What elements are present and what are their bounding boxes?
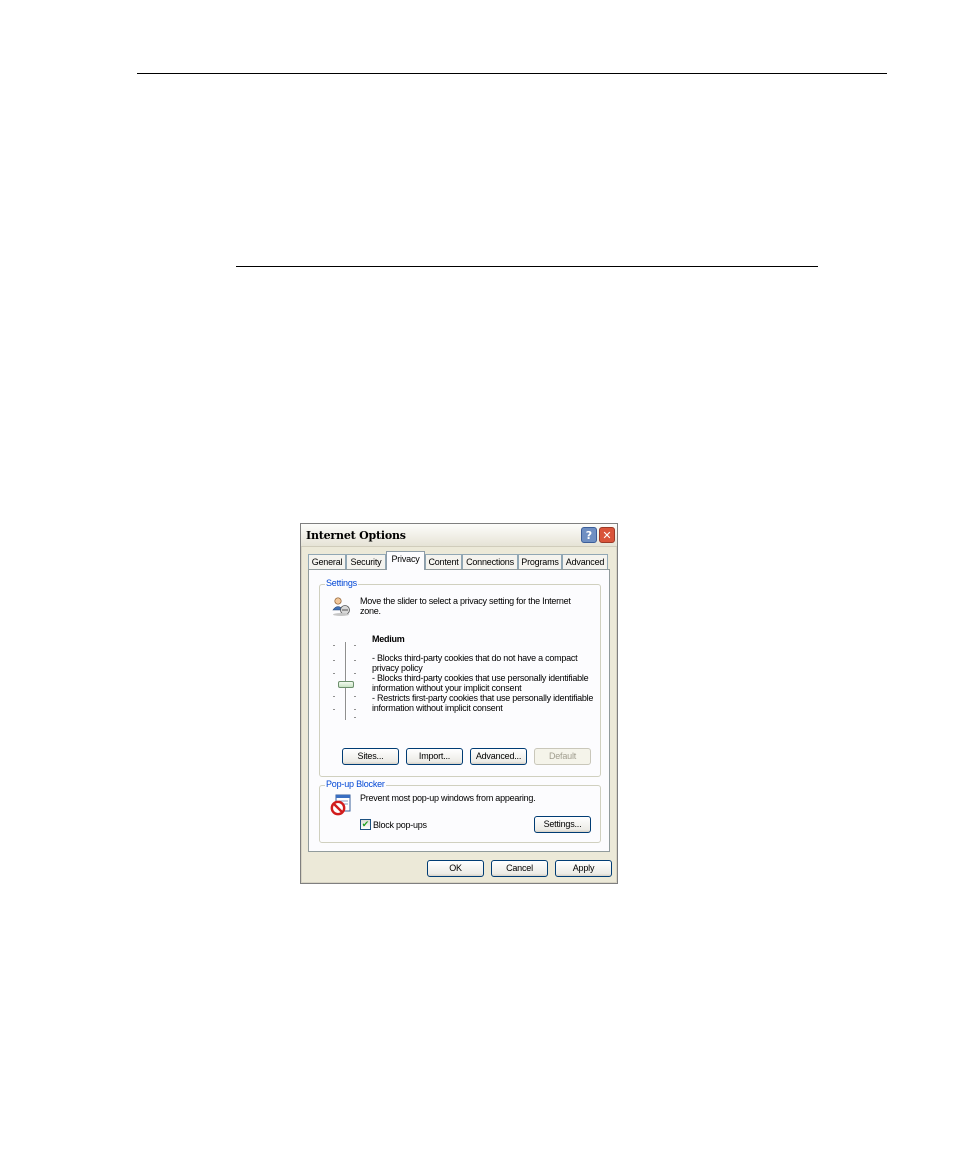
tab-programs[interactable]: Programs [518,554,562,569]
slider-tick [333,709,335,710]
sites-button[interactable]: Sites... [342,748,399,765]
popup-settings-button[interactable]: Settings... [534,816,591,833]
advanced-button[interactable]: Advanced... [470,748,527,765]
block-popups-label[interactable]: Block pop-ups [373,820,427,830]
privacy-person-icon [332,597,350,616]
popup-description: Prevent most pop-up windows from appeari… [360,793,536,803]
tab-advanced[interactable]: Advanced [562,554,608,569]
privacy-desc-line: information without implicit consent [372,703,503,713]
instruction-text-2: zone. [360,606,381,616]
close-icon: ✕ [602,529,612,542]
apply-button[interactable]: Apply [555,860,612,877]
header-rule [137,73,887,74]
help-icon: ? [585,529,593,542]
privacy-desc-line: - Blocks third-party cookies that use pe… [372,673,589,683]
instruction-text-1: Move the slider to select a privacy sett… [360,596,571,606]
slider-tick [333,660,335,661]
internet-options-dialog: Internet Options ? ✕ General Security Pr… [300,523,618,884]
section-rule [236,266,818,267]
slider-tick [333,645,335,646]
slider-tick [333,673,335,674]
privacy-desc-line: information without your implicit consen… [372,683,522,693]
privacy-desc-line: - Blocks third-party cookies that do not… [372,653,578,663]
popup-blocker-legend: Pop-up Blocker [325,779,386,789]
checkmark-icon: ✔ [361,819,370,829]
slider-tick [333,696,335,697]
tab-privacy[interactable]: Privacy [386,551,425,570]
tab-security[interactable]: Security [346,554,386,569]
default-button[interactable]: Default [534,748,591,765]
slider-tick [354,709,356,710]
popup-blocker-group: Pop-up Blocker Prevent most pop-up windo… [319,779,601,843]
tab-content[interactable]: Content [425,554,462,569]
slider-tick [354,673,356,674]
slider-tick [354,645,356,646]
privacy-panel: Settings Move the slider to select a pri… [308,569,610,852]
privacy-level-title: Medium [372,634,405,644]
slider-thumb[interactable] [338,681,354,688]
help-button[interactable]: ? [581,527,597,543]
slider-tick [354,660,356,661]
import-button[interactable]: Import... [406,748,463,765]
privacy-desc-line: privacy policy [372,663,423,673]
privacy-desc-line: - Restricts first-party cookies that use… [372,693,594,703]
title-bar: Internet Options ? ✕ [301,524,617,547]
settings-legend: Settings [325,578,358,588]
slider-tick [354,696,356,697]
block-popups-checkbox[interactable]: ✔ [360,819,371,830]
window-title: Internet Options [306,529,406,542]
settings-group: Settings Move the slider to select a pri… [319,578,601,777]
slider-tick [354,717,356,718]
ok-button[interactable]: OK [427,860,484,877]
tab-general[interactable]: General [308,554,346,569]
cancel-button[interactable]: Cancel [491,860,548,877]
close-button[interactable]: ✕ [599,527,615,543]
popup-blocker-icon [330,794,351,816]
tab-connections[interactable]: Connections [462,554,518,569]
